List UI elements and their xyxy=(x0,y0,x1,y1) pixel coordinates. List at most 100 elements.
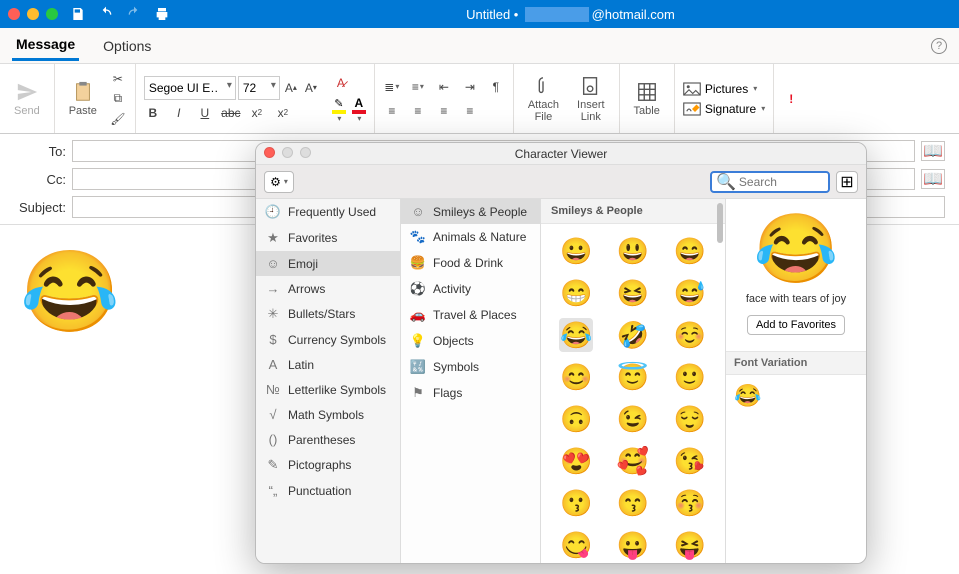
to-address-book-icon[interactable]: 📖 xyxy=(921,141,945,161)
bullets-icon[interactable]: ≣▾ xyxy=(383,78,401,96)
tab-message[interactable]: Message xyxy=(12,30,79,61)
bold-icon[interactable]: B xyxy=(144,104,162,122)
cv-minimize-icon[interactable] xyxy=(282,147,293,158)
save-icon[interactable] xyxy=(70,6,86,22)
emoji-cell[interactable]: 🥰 xyxy=(616,444,650,478)
cv-category-item[interactable]: √Math Symbols xyxy=(256,402,400,427)
emoji-cell[interactable]: 😚 xyxy=(673,486,707,520)
emoji-cell[interactable]: 😛 xyxy=(616,528,650,562)
cv-category-item[interactable]: ()Parentheses xyxy=(256,427,400,452)
emoji-cell[interactable]: 😝 xyxy=(673,528,707,562)
cv-close-icon[interactable] xyxy=(264,147,275,158)
emoji-cell[interactable]: 🙂 xyxy=(673,360,707,394)
italic-icon[interactable]: I xyxy=(170,104,188,122)
emoji-cell[interactable]: 😌 xyxy=(673,402,707,436)
cv-subcategory-item[interactable]: 🐾Animals & Nature xyxy=(401,224,540,250)
paragraph-marks-icon[interactable]: ¶ xyxy=(487,78,505,96)
emoji-cell[interactable]: 😍 xyxy=(559,444,593,478)
emoji-cell[interactable]: 🙃 xyxy=(559,402,593,436)
cv-category-item[interactable]: →Arrows xyxy=(256,276,400,301)
decrease-indent-icon[interactable]: ⇤ xyxy=(435,78,453,96)
emoji-cell[interactable]: 😇 xyxy=(616,360,650,394)
cv-subcategory-item[interactable]: ⚽Activity xyxy=(401,276,540,302)
cv-subcategory-item[interactable]: 🍔Food & Drink xyxy=(401,250,540,276)
cv-search-field[interactable]: 🔍 xyxy=(710,171,830,193)
emoji-cell[interactable]: 😘 xyxy=(673,444,707,478)
increase-indent-icon[interactable]: ⇥ xyxy=(461,78,479,96)
tab-options[interactable]: Options xyxy=(99,32,155,60)
cv-gear-menu[interactable]: ⚙▾ xyxy=(264,171,294,193)
format-painter-icon[interactable]: 🖌 xyxy=(109,110,127,128)
emoji-cell[interactable]: 😆 xyxy=(616,276,650,310)
subscript-icon[interactable]: x2 xyxy=(248,104,266,122)
zoom-window-icon[interactable] xyxy=(46,8,58,20)
cv-category-item[interactable]: ✎Pictographs xyxy=(256,452,400,478)
help-icon[interactable]: ? xyxy=(931,38,947,54)
cv-category-item[interactable]: ☺Emoji xyxy=(256,251,400,276)
send-button[interactable]: Send xyxy=(8,79,46,119)
cv-category-item[interactable]: №Letterlike Symbols xyxy=(256,377,400,402)
cv-subcategory-item[interactable]: ☺Smileys & People xyxy=(401,199,540,224)
emoji-cell[interactable]: 😄 xyxy=(673,234,707,268)
emoji-cell[interactable]: ☺️ xyxy=(673,318,707,352)
cv-subcategory-item[interactable]: 🔣Symbols xyxy=(401,354,540,380)
emoji-cell[interactable]: 😙 xyxy=(616,486,650,520)
cv-category-item[interactable]: ★Favorites xyxy=(256,225,400,251)
emoji-cell[interactable]: 😋 xyxy=(559,528,593,562)
font-name-select[interactable] xyxy=(144,76,236,100)
cut-icon[interactable]: ✂ xyxy=(109,70,127,88)
font-size-select[interactable] xyxy=(238,76,280,100)
decrease-font-icon[interactable]: A▾ xyxy=(302,79,320,97)
align-center-icon[interactable]: ≡ xyxy=(409,102,427,120)
add-to-favorites-button[interactable]: Add to Favorites xyxy=(747,315,845,335)
signature-button[interactable]: Signature▾ xyxy=(683,102,765,116)
paste-button[interactable]: Paste xyxy=(63,79,103,119)
emoji-cell[interactable]: 😅 xyxy=(673,276,707,310)
redo-icon[interactable] xyxy=(126,6,142,22)
emoji-cell[interactable]: 😀 xyxy=(559,234,593,268)
minimize-window-icon[interactable] xyxy=(27,8,39,20)
emoji-cell[interactable]: 😁 xyxy=(559,276,593,310)
font-color-button[interactable]: A▾ xyxy=(352,96,366,123)
priority-high-icon[interactable]: ! xyxy=(782,90,800,108)
cc-address-book-icon[interactable]: 📖 xyxy=(921,169,945,189)
cv-category-item[interactable]: “„Punctuation xyxy=(256,478,400,503)
clear-formatting-icon[interactable]: A̷ xyxy=(332,74,350,92)
undo-icon[interactable] xyxy=(98,6,114,22)
cv-scrollbar[interactable] xyxy=(717,203,723,243)
cv-zoom-icon[interactable] xyxy=(300,147,311,158)
cv-category-item[interactable]: ALatin xyxy=(256,352,400,377)
print-icon[interactable] xyxy=(154,6,170,22)
cv-category-item[interactable]: 🕘Frequently Used xyxy=(256,199,400,225)
emoji-cell[interactable]: 😂 xyxy=(559,318,593,352)
cv-subcategory-icon: ⚑ xyxy=(411,385,425,401)
cv-search-input[interactable] xyxy=(739,175,819,189)
emoji-cell[interactable]: 🤣 xyxy=(616,318,650,352)
copy-icon[interactable]: ⧉ xyxy=(109,90,127,108)
cv-subcategory-item[interactable]: 💡Objects xyxy=(401,328,540,354)
cv-subcategory-item[interactable]: 🚗Travel & Places xyxy=(401,302,540,328)
pictures-button[interactable]: Pictures▾ xyxy=(683,82,765,96)
underline-icon[interactable]: U xyxy=(196,104,214,122)
cv-category-item[interactable]: ✳Bullets/Stars xyxy=(256,301,400,327)
emoji-cell[interactable]: 😉 xyxy=(616,402,650,436)
attach-file-button[interactable]: Attach File xyxy=(522,73,565,125)
strikethrough-icon[interactable]: abc xyxy=(222,104,240,122)
cv-variation-emoji[interactable]: 😂 xyxy=(726,375,866,417)
highlight-color-button[interactable]: ✎▾ xyxy=(332,97,346,123)
align-left-icon[interactable]: ≡ xyxy=(383,102,401,120)
numbering-icon[interactable]: ≡▾ xyxy=(409,78,427,96)
table-button[interactable]: Table xyxy=(628,79,666,119)
cv-category-item[interactable]: $Currency Symbols xyxy=(256,327,400,352)
increase-font-icon[interactable]: A▴ xyxy=(282,79,300,97)
insert-link-button[interactable]: Insert Link xyxy=(571,73,611,125)
superscript-icon[interactable]: x2 xyxy=(274,104,292,122)
cv-subcategory-item[interactable]: ⚑Flags xyxy=(401,380,540,406)
emoji-cell[interactable]: 😃 xyxy=(616,234,650,268)
cv-layout-toggle-icon[interactable]: ⊞ xyxy=(836,171,858,193)
align-right-icon[interactable]: ≡ xyxy=(435,102,453,120)
close-window-icon[interactable] xyxy=(8,8,20,20)
justify-icon[interactable]: ≡ xyxy=(461,102,479,120)
emoji-cell[interactable]: 😗 xyxy=(559,486,593,520)
emoji-cell[interactable]: 😊 xyxy=(559,360,593,394)
